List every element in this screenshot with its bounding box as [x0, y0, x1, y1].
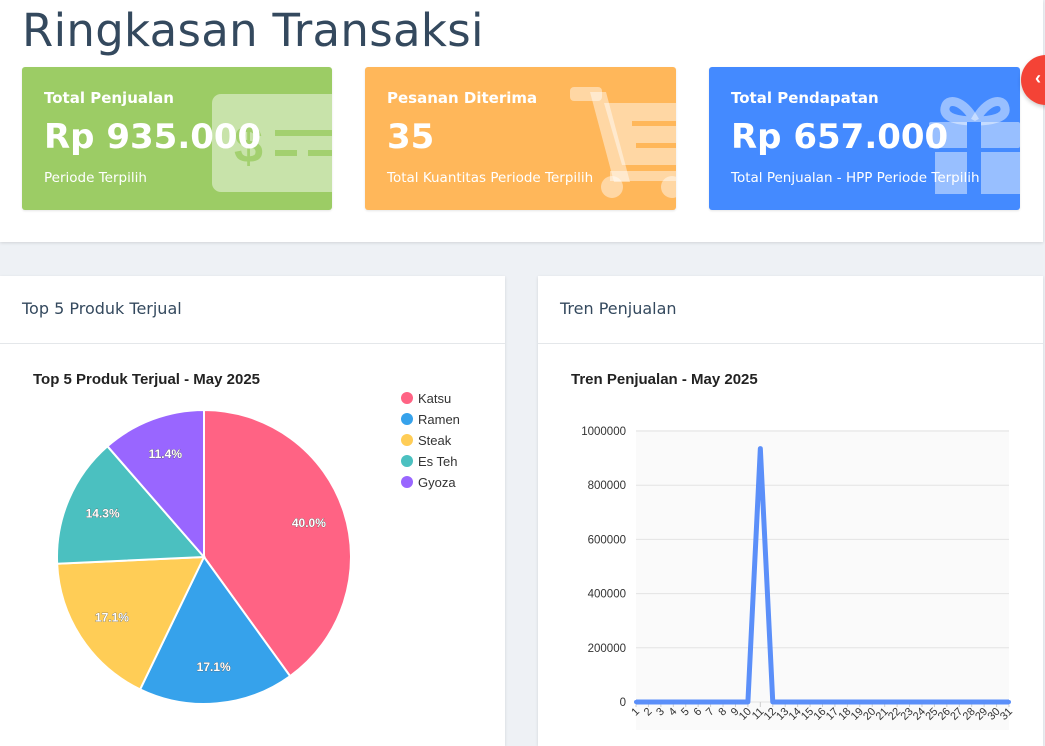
y-tick-label: 800000 [588, 480, 626, 492]
legend-marker [401, 476, 413, 488]
data-point[interactable] [646, 700, 651, 704]
data-point[interactable] [758, 446, 763, 451]
legend-label: Ramen [418, 412, 460, 427]
panel-title: Tren Penjualan [560, 299, 677, 318]
panel-title: Top 5 Produk Terjual [22, 299, 182, 318]
legend-marker [401, 434, 413, 446]
data-point[interactable] [832, 700, 837, 704]
data-point[interactable] [944, 700, 949, 704]
data-point[interactable] [957, 700, 962, 704]
data-point[interactable] [808, 700, 813, 704]
chart-title: Top 5 Produk Terjual - May 2025 [33, 371, 260, 388]
data-point[interactable] [994, 700, 999, 704]
page-title: Ringkasan Transaksi [22, 4, 484, 57]
card-subtitle: Total Penjualan - HPP Periode Terpilih [731, 170, 980, 186]
orders-card: Pesanan Diterima 35 Total Kuantitas Peri… [365, 67, 676, 210]
card-value: Rp 935.000 [44, 117, 262, 157]
data-point[interactable] [907, 700, 912, 704]
data-point[interactable] [733, 700, 738, 704]
panel-header: Top 5 Produk Terjual [0, 276, 505, 344]
data-label: 17.1% [197, 660, 231, 674]
data-point[interactable] [982, 700, 987, 704]
revenue-card: Total Pendapatan Rp 657.000 Total Penjua… [709, 67, 1020, 210]
data-point[interactable] [770, 700, 775, 704]
card-subtitle: Periode Terpilih [44, 170, 147, 186]
summary-panel: Ringkasan Transaksi $ Total Penjualan Rp… [0, 0, 1043, 242]
sales-trend-panel: Tren Penjualan Tren Penjualan - May 2025… [538, 276, 1043, 746]
data-point[interactable] [671, 700, 676, 704]
data-point[interactable] [795, 700, 800, 704]
legend-marker [401, 413, 413, 425]
panel-header: Tren Penjualan [538, 276, 1043, 344]
data-point[interactable] [1007, 700, 1011, 704]
legend-marker [401, 455, 413, 467]
card-title: Total Pendapatan [731, 89, 879, 107]
data-point[interactable] [721, 700, 726, 704]
data-point[interactable] [919, 700, 924, 704]
y-tick-label: 600000 [588, 534, 626, 546]
data-label: 40.0% [292, 516, 326, 530]
data-point[interactable] [857, 700, 862, 704]
y-tick-label: 1000000 [581, 426, 626, 438]
data-point[interactable] [708, 700, 713, 704]
card-value: 35 [387, 117, 435, 157]
card-value: Rp 657.000 [731, 117, 949, 157]
data-label: 14.3% [86, 507, 120, 521]
data-label: 17.1% [95, 611, 129, 625]
data-point[interactable] [745, 700, 750, 704]
data-point[interactable] [895, 700, 900, 704]
card-subtitle: Total Kuantitas Periode Terpilih [387, 170, 594, 186]
plot-area [636, 430, 1009, 730]
y-tick-label: 400000 [588, 589, 626, 601]
legend-label: Gyoza [418, 475, 456, 490]
data-point[interactable] [969, 700, 974, 704]
y-tick-label: 0 [620, 697, 626, 709]
line-chart: Tren Penjualan - May 2025 0 200000 400000 6… [571, 371, 1015, 730]
data-point[interactable] [634, 700, 638, 704]
card-title: Total Penjualan [44, 89, 174, 107]
data-point[interactable] [783, 700, 788, 704]
data-point[interactable] [932, 700, 937, 704]
data-point[interactable] [696, 700, 701, 704]
data-point[interactable] [683, 700, 688, 704]
data-point[interactable] [658, 700, 663, 704]
chart-title: Tren Penjualan - May 2025 [571, 371, 758, 388]
total-sales-card: $ Total Penjualan Rp 935.000 Periode Ter… [22, 67, 332, 210]
card-title: Pesanan Diterima [387, 89, 538, 107]
top-products-panel: Top 5 Produk Terjual Top 5 Produk Terjua… [0, 276, 505, 746]
chevron-left-icon: ‹ [1035, 68, 1041, 88]
data-point[interactable] [870, 700, 875, 704]
legend-marker [401, 392, 413, 404]
y-tick-label: 200000 [588, 643, 626, 655]
data-point[interactable] [820, 700, 825, 704]
legend-label: Katsu [418, 391, 451, 406]
data-point[interactable] [845, 700, 850, 704]
data-label: 11.4% [149, 447, 183, 461]
data-point[interactable] [882, 700, 887, 704]
legend-label: Steak [418, 433, 452, 448]
legend-label: Es Teh [418, 454, 458, 469]
pie-chart: Top 5 Produk Terjual - May 2025 40.0% 17.… [33, 371, 460, 705]
